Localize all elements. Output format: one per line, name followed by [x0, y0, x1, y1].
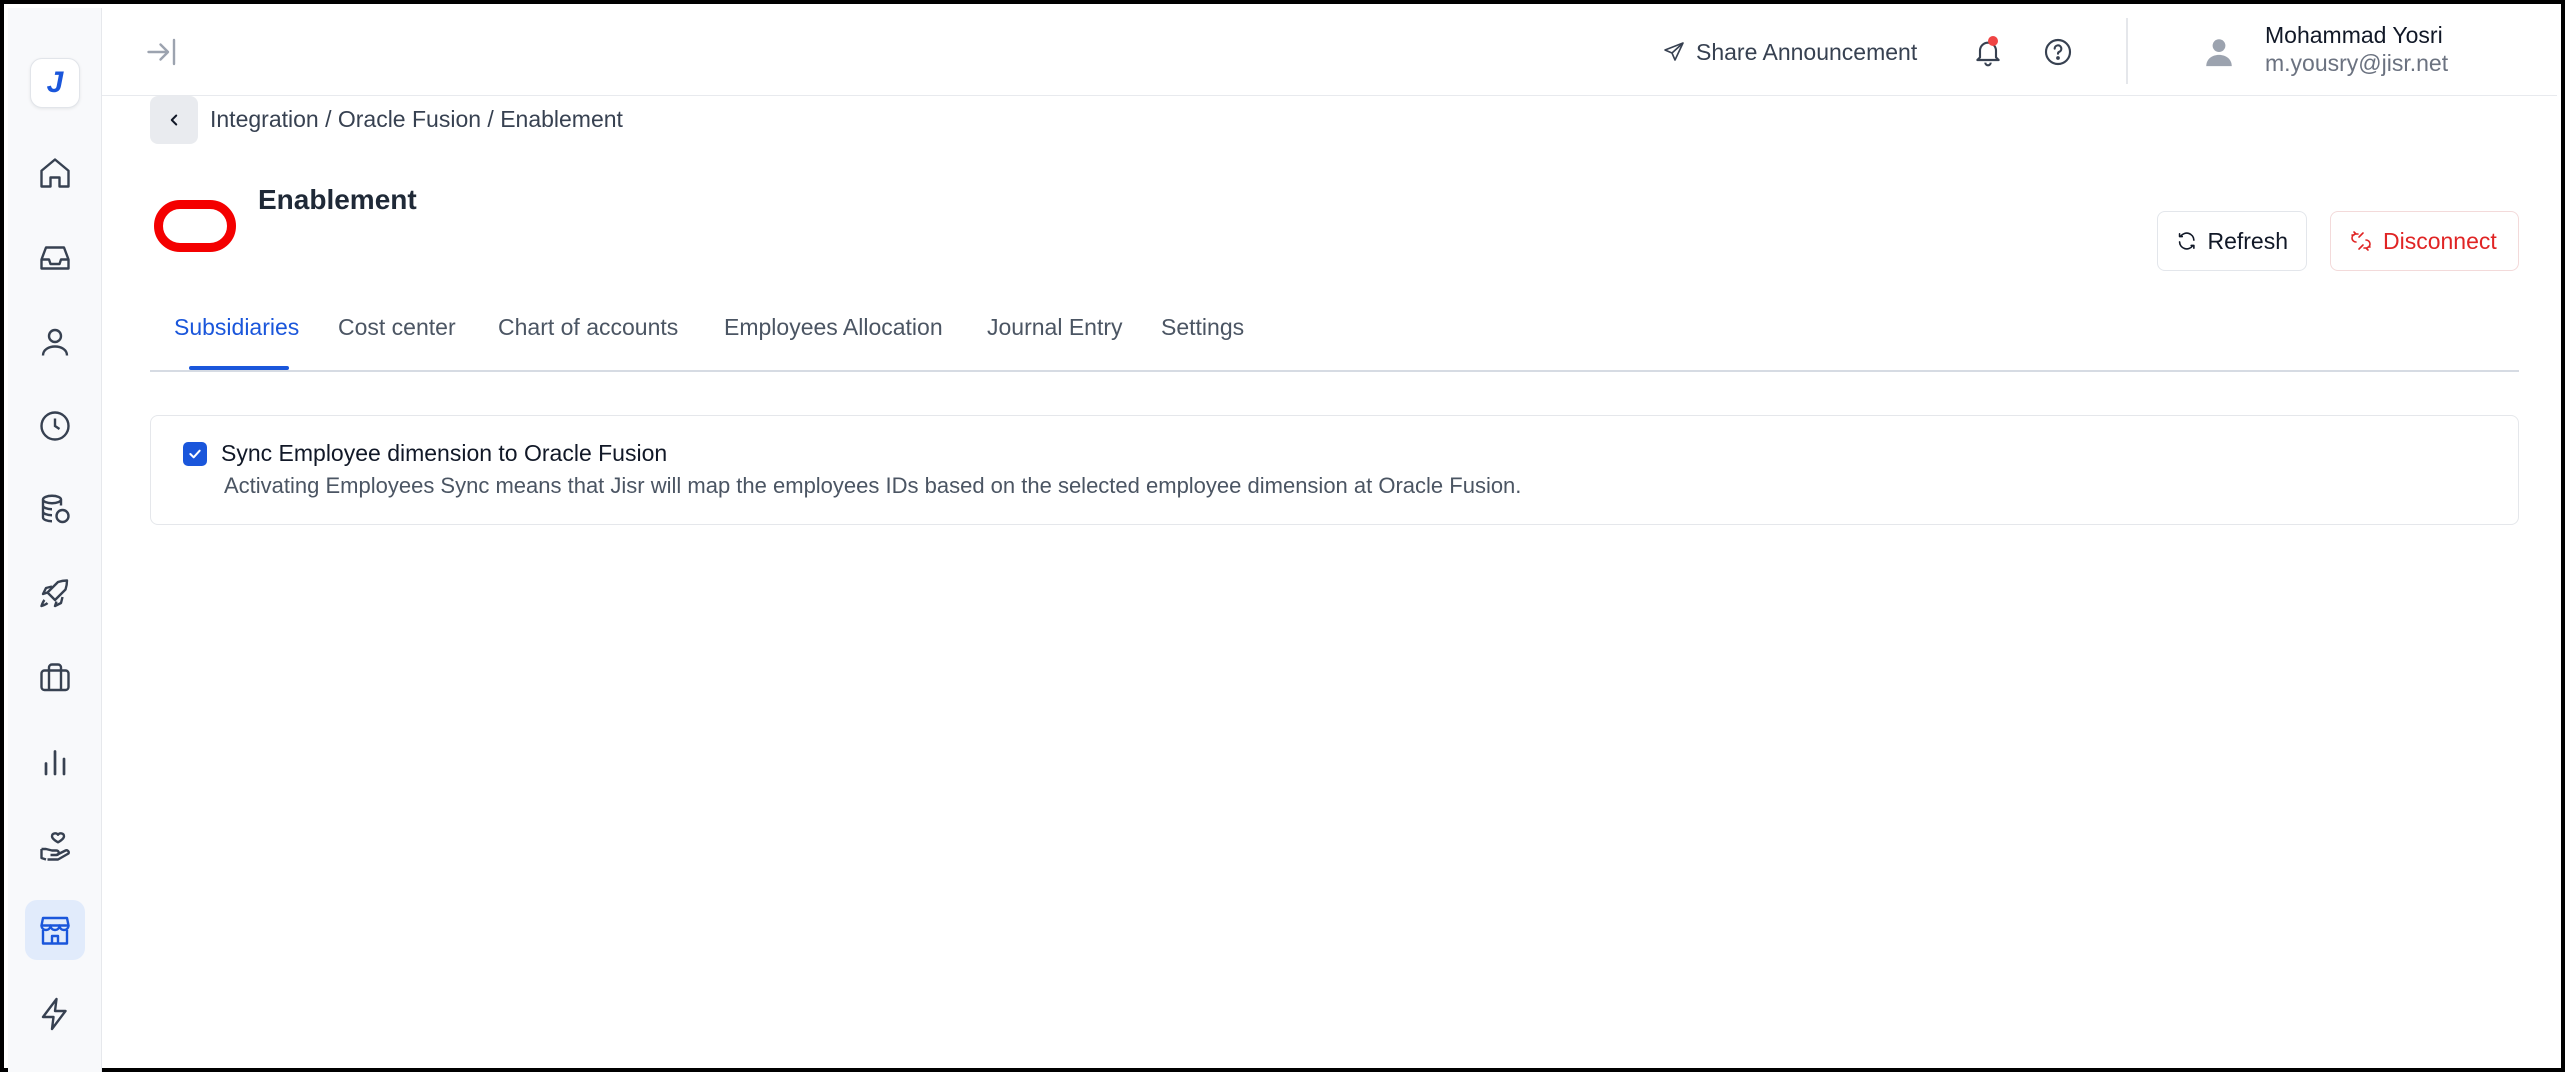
- tab-cost-center[interactable]: Cost center: [338, 314, 456, 341]
- home-icon: [40, 158, 70, 188]
- user-email: m.yousry@jisr.net: [2265, 50, 2449, 76]
- briefcase-icon: [40, 663, 70, 692]
- refresh-icon: [2178, 232, 2195, 250]
- sync-employee-checkbox[interactable]: [183, 442, 207, 466]
- lightning-icon: [41, 997, 67, 1031]
- sidebar-item-home[interactable]: [25, 143, 85, 203]
- sidebar-item-benefits[interactable]: [25, 816, 85, 876]
- user-name[interactable]: Mohammad Yosri: [2265, 22, 2443, 49]
- help-icon[interactable]: [2042, 36, 2074, 68]
- chevron-left-icon: [170, 114, 178, 126]
- sync-option-description: Activating Employees Sync means that Jis…: [224, 473, 1522, 498]
- app-logo[interactable]: J: [30, 58, 80, 108]
- sync-option-title[interactable]: Sync Employee dimension to Oracle Fusion: [221, 440, 667, 467]
- expand-sidebar-icon[interactable]: [144, 34, 180, 70]
- sidebar-item-reports[interactable]: [25, 732, 85, 792]
- refresh-button[interactable]: Refresh: [2157, 211, 2307, 271]
- app-window: J Share Announcement Mohammad Yosri m.yo…: [0, 0, 2565, 1072]
- disconnect-label: Disconnect: [2383, 227, 2497, 254]
- clock-icon: [40, 411, 70, 441]
- sidebar-item-inbox[interactable]: [25, 228, 85, 288]
- disconnect-button[interactable]: Disconnect: [2330, 211, 2519, 271]
- sidebar: J: [8, 8, 102, 1072]
- sidebar-item-marketplace[interactable]: [25, 900, 85, 960]
- active-tab-indicator: [189, 366, 289, 370]
- refresh-label: Refresh: [2207, 227, 2288, 254]
- notification-dot: [1988, 36, 1998, 46]
- share-announcement-label: Share Announcement: [1696, 38, 1918, 65]
- sync-option-card: Sync Employee dimension to Oracle Fusion…: [150, 415, 2519, 525]
- coins-icon: [41, 494, 70, 524]
- tab-journal-entry[interactable]: Journal Entry: [987, 314, 1123, 341]
- tab-bar: Subsidiaries Cost center Chart of accoun…: [150, 304, 2519, 372]
- sidebar-item-payroll[interactable]: [25, 480, 85, 540]
- user-icon: [41, 328, 69, 356]
- back-button[interactable]: [150, 96, 198, 144]
- sidebar-item-employees[interactable]: [25, 312, 85, 372]
- tab-settings[interactable]: Settings: [1161, 314, 1244, 341]
- header-divider: [2126, 18, 2128, 84]
- rocket-icon: [40, 579, 69, 608]
- check-icon: [189, 449, 201, 459]
- breadcrumb: Integration / Oracle Fusion / Enablement: [210, 106, 623, 132]
- tab-employees-allocation[interactable]: Employees Allocation: [724, 314, 943, 341]
- sidebar-item-requests[interactable]: [25, 648, 85, 708]
- hand-heart-icon: [40, 832, 70, 861]
- avatar-icon[interactable]: [2202, 34, 2236, 70]
- tab-subsidiaries[interactable]: Subsidiaries: [174, 314, 299, 341]
- sidebar-item-attendance[interactable]: [25, 396, 85, 456]
- app-logo-letter: J: [46, 66, 64, 99]
- store-icon: [40, 916, 70, 945]
- top-bar: Share Announcement Mohammad Yosri m.yous…: [102, 8, 2557, 96]
- inbox-icon: [40, 246, 70, 270]
- bar-chart-icon: [44, 750, 66, 776]
- tab-chart-of-accounts[interactable]: Chart of accounts: [498, 314, 678, 341]
- page-title: Enablement: [258, 184, 417, 215]
- send-icon: [1664, 42, 1684, 61]
- sidebar-item-automations[interactable]: [25, 984, 85, 1044]
- sidebar-item-onboarding[interactable]: [25, 564, 85, 624]
- share-announcement-button[interactable]: Share Announcement: [1662, 36, 1917, 68]
- oracle-logo: [154, 200, 236, 252]
- unlink-icon: [2351, 231, 2371, 251]
